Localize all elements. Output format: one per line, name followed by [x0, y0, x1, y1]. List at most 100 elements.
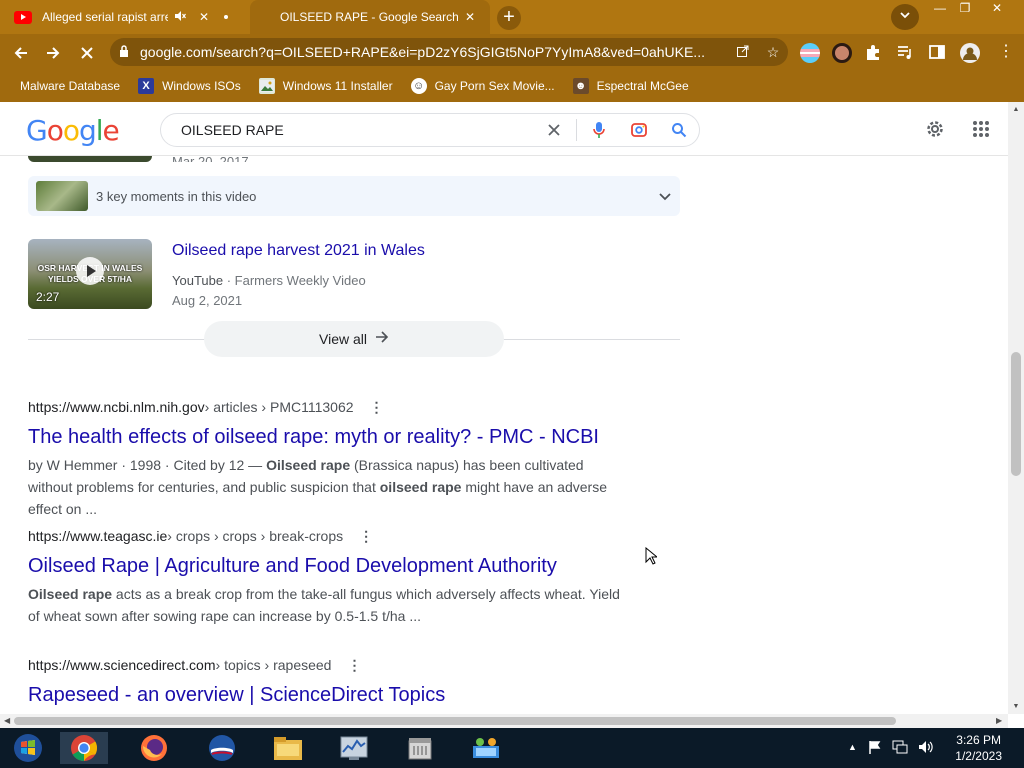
volume-icon[interactable]: [918, 740, 934, 757]
flag-extension-icon[interactable]: [800, 43, 820, 63]
restore-button[interactable]: ❐: [950, 0, 980, 18]
site-favicon-icon: ☺: [410, 78, 427, 94]
result-domain: https://www.teagasc.ie: [28, 528, 168, 544]
extensions-puzzle-icon[interactable]: [864, 43, 884, 63]
more-options-icon[interactable]: ⋮: [347, 658, 361, 672]
media-control-icon[interactable]: [896, 43, 916, 63]
url-text[interactable]: google.com/search?q=OILSEED+RAPE&ei=pD2z…: [138, 44, 728, 60]
taskbar-performance-monitor-icon[interactable]: [330, 732, 378, 764]
result-breadcrumb: › topics › rapeseed: [215, 657, 332, 673]
scroll-up-arrow-icon[interactable]: ▲: [1012, 106, 1020, 113]
settings-gear-icon[interactable]: [922, 116, 948, 142]
show-hidden-icons-chevron-icon[interactable]: ▲: [848, 742, 857, 752]
bookmark-windows-isos[interactable]: X Windows ISOs: [138, 78, 241, 94]
speaker-muted-icon[interactable]: [172, 10, 188, 25]
video-thumbnail[interactable]: OSR HARVEST IN WALES YIELDS OVER 5T/HA 2…: [28, 239, 152, 309]
video-source: YouTube: [172, 273, 224, 288]
video-thumbnail-partial[interactable]: [28, 156, 152, 162]
tab-google-search[interactable]: OILSEED RAPE - Google Search ✕: [250, 0, 490, 34]
chevron-down-icon[interactable]: [650, 188, 680, 204]
search-input[interactable]: [181, 115, 534, 145]
bookmark-star-icon[interactable]: ☆: [758, 44, 788, 61]
taskbar-firefox-icon[interactable]: [130, 732, 178, 764]
taskbar-network-users-icon[interactable]: [462, 732, 510, 764]
bookmark-espectral-mcgee[interactable]: ☻ Espectral McGee: [572, 78, 689, 94]
system-clock[interactable]: 3:26 PM 1/2/2023: [955, 732, 1002, 764]
tab-youtube[interactable]: Alleged serial rapist arrested ✕: [14, 0, 248, 34]
bookmark-label: Windows ISOs: [162, 79, 241, 93]
search-result: https://www.sciencedirect.com › topics ›…: [28, 656, 668, 707]
bookmark-label: Windows 11 Installer: [282, 79, 393, 93]
tab-separator: [224, 15, 228, 19]
result-domain: https://www.sciencedirect.com: [28, 657, 216, 673]
bookmark-label: Malware Database: [20, 79, 121, 93]
result-title-link[interactable]: The health effects of oilseed rape: myth…: [28, 425, 668, 449]
microphone-icon[interactable]: [579, 115, 619, 145]
result-snippet: by W Hemmer · 1998 · Cited by 12 — Oilse…: [28, 457, 607, 517]
result-title-link[interactable]: Rapeseed - an overview | ScienceDirect T…: [28, 683, 668, 707]
google-results-page: Google OILSEED RAPE Mar 20, 2017 3 key m…: [0, 102, 1008, 714]
divider: [576, 119, 577, 141]
key-moments-expander[interactable]: 3 key moments in this video: [28, 176, 680, 216]
action-center-flag-icon[interactable]: [868, 740, 882, 757]
tab-close-icon[interactable]: ✕: [196, 10, 212, 24]
view-all-label: View all: [319, 331, 367, 347]
search-icon[interactable]: [659, 115, 699, 145]
tab-title: OILSEED RAPE - Google Search: [280, 10, 458, 24]
horizontal-scrollbar[interactable]: ◀ ▶: [0, 714, 1008, 728]
bookmark-malware-database[interactable]: Malware Database: [20, 79, 120, 93]
bookmark-windows-11-installer[interactable]: Windows 11 Installer: [258, 78, 393, 94]
clock-time: 3:26 PM: [956, 733, 1001, 747]
video-duration: 2:27: [36, 290, 60, 304]
bookmark-label: Gay Porn Sex Movie...: [434, 79, 555, 93]
lock-icon[interactable]: [110, 44, 138, 60]
key-moments-thumbnail: [36, 181, 88, 211]
clear-search-icon[interactable]: [534, 115, 574, 145]
result-url[interactable]: https://www.teagasc.ie › crops › crops ›…: [28, 527, 668, 545]
taskbar-archive-icon[interactable]: [396, 732, 444, 764]
result-snippet: Oilseed rape acts as a break crop from t…: [28, 586, 620, 624]
result-url[interactable]: https://www.sciencedirect.com › topics ›…: [28, 656, 668, 674]
address-bar[interactable]: google.com/search?q=OILSEED+RAPE&ei=pD2z…: [110, 38, 788, 66]
back-button[interactable]: [8, 40, 34, 66]
scroll-right-arrow-icon[interactable]: ▶: [996, 716, 1002, 725]
forward-button[interactable]: [40, 40, 66, 66]
avatar-extension-icon[interactable]: [832, 43, 852, 63]
search-result: https://www.teagasc.ie › crops › crops ›…: [28, 527, 668, 627]
vertical-scrollbar[interactable]: ▲ ▼: [1008, 102, 1024, 714]
scroll-down-arrow-icon[interactable]: ▼: [1012, 703, 1020, 710]
result-title-link[interactable]: Oilseed Rape | Agriculture and Food Deve…: [28, 554, 668, 578]
play-icon[interactable]: [76, 257, 104, 285]
taskbar-chrome-icon[interactable]: [60, 732, 108, 764]
start-button[interactable]: [4, 732, 52, 764]
lens-camera-icon[interactable]: [619, 115, 659, 145]
new-tab-button[interactable]: +: [497, 6, 521, 30]
side-panel-icon[interactable]: [928, 43, 948, 63]
browser-menu-icon[interactable]: ⋮: [996, 43, 1016, 63]
google-logo[interactable]: Google: [26, 114, 120, 147]
result-url[interactable]: https://www.ncbi.nlm.nih.gov › articles …: [28, 398, 668, 416]
view-all-button[interactable]: View all: [204, 321, 504, 357]
more-options-icon[interactable]: ⋮: [370, 400, 384, 414]
profile-avatar[interactable]: [960, 43, 980, 63]
network-icon[interactable]: [892, 740, 908, 757]
taskbar-app-globe-icon[interactable]: [198, 732, 246, 764]
taskbar-file-explorer-icon[interactable]: [264, 732, 312, 764]
google-apps-icon[interactable]: [968, 116, 994, 142]
scrollbar-thumb[interactable]: [1011, 352, 1021, 476]
tab-strip: Alleged serial rapist arrested ✕ OILSEED…: [0, 0, 1024, 34]
more-options-icon[interactable]: ⋮: [359, 529, 373, 543]
scrollbar-thumb[interactable]: [14, 717, 896, 725]
tab-close-icon[interactable]: ✕: [462, 10, 478, 24]
close-window-button[interactable]: ✕: [982, 0, 1012, 18]
taskbar: ▲ 3:26 PM 1/2/2023: [0, 728, 1024, 768]
share-icon[interactable]: [728, 44, 758, 61]
image-icon: [258, 78, 275, 94]
bookmark-gay-porn-sex-movie[interactable]: ☺ Gay Porn Sex Movie...: [410, 78, 555, 94]
tab-search-button[interactable]: [891, 4, 919, 30]
video-title-link[interactable]: Oilseed rape harvest 2021 in Wales: [172, 242, 425, 260]
stop-loading-icon[interactable]: [74, 40, 100, 66]
scroll-left-arrow-icon[interactable]: ◀: [4, 716, 10, 725]
result-domain: https://www.ncbi.nlm.nih.gov: [28, 399, 205, 415]
search-result: https://www.ncbi.nlm.nih.gov › articles …: [28, 398, 668, 520]
